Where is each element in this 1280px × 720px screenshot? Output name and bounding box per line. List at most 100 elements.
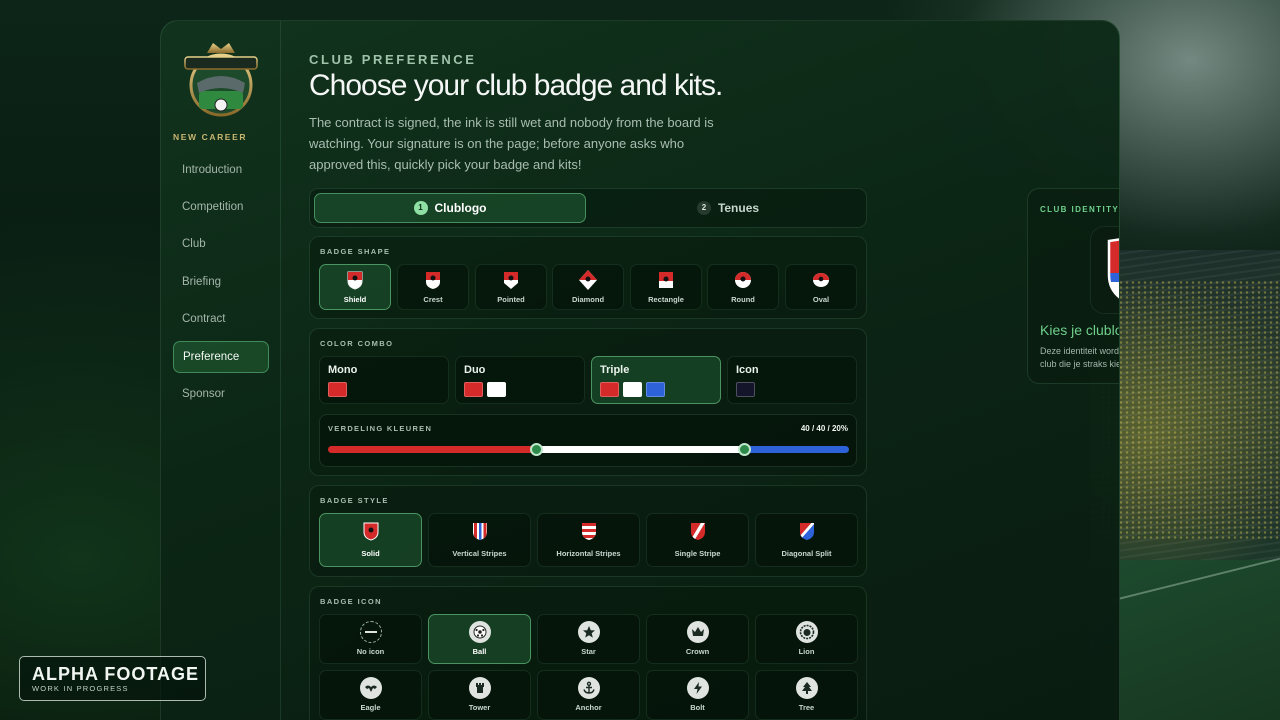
lion-icon: [795, 621, 818, 643]
shape-option-pointed[interactable]: Pointed: [475, 264, 547, 310]
option-label: Tree: [798, 703, 815, 712]
option-label: Tower: [468, 703, 491, 712]
single-stripe-icon: [690, 523, 705, 540]
tab-bar: 1 Clublogo 2 Tenues: [309, 188, 867, 228]
watermark-subtitle: WORK IN PROGRESS: [32, 684, 129, 693]
sidebar-item-preference[interactable]: Preference: [173, 341, 269, 373]
tower-icon: [468, 677, 491, 699]
color-swatch-red: [464, 382, 483, 397]
ball-icon: [468, 621, 491, 643]
shape-option-shield[interactable]: Shield: [319, 264, 391, 310]
section-label: BADGE ICON: [320, 597, 382, 606]
sidebar-item-sponsor[interactable]: Sponsor: [173, 378, 269, 410]
option-label: Shield: [343, 295, 367, 304]
star-icon: [577, 621, 600, 643]
no-icon-icon: [359, 621, 382, 643]
option-label: Star: [581, 647, 596, 656]
sidebar-item-competition[interactable]: Competition: [173, 191, 269, 223]
shape-option-diamond[interactable]: Diamond: [552, 264, 624, 310]
icon-option-tree[interactable]: Tree: [755, 670, 858, 720]
horizontal-stripes-icon: [581, 523, 596, 540]
color-swatch-red: [328, 382, 347, 397]
pitch-image: [1110, 560, 1280, 720]
solid-badge-icon: [363, 522, 378, 541]
badge-shape-section: BADGE SHAPE Shield Crest Pointed Diamond…: [309, 236, 867, 319]
option-label: Diamond: [571, 295, 605, 304]
shape-option-crest[interactable]: Crest: [397, 264, 469, 310]
icon-option-star[interactable]: Star: [537, 614, 640, 664]
icon-option-eagle[interactable]: Eagle: [319, 670, 422, 720]
combo-label: Mono: [328, 364, 358, 376]
icon-option-tower[interactable]: Tower: [428, 670, 531, 720]
eagle-icon: [359, 677, 382, 699]
distribution-track[interactable]: [328, 446, 849, 453]
distribution-handle-1[interactable]: [529, 443, 543, 456]
football-club-builder-logo: [183, 39, 259, 121]
sidebar-item-introduction[interactable]: Introduction: [173, 154, 269, 186]
sidebar-item-club[interactable]: Club: [173, 228, 269, 260]
option-label: Single Stripe: [674, 549, 721, 558]
option-label: Round: [731, 295, 755, 304]
sidebar: NEW CAREER Introduction Competition Club…: [161, 21, 281, 720]
club-identity-card: CLUB IDENTITY Kies je clubl Deze identit…: [1027, 188, 1120, 384]
combo-option-icon[interactable]: Icon: [727, 356, 857, 404]
alpha-footage-watermark: ALPHA FOOTAGE WORK IN PROGRESS: [19, 656, 206, 701]
diagonal-split-icon: [799, 523, 814, 540]
stadium-crowd-image: [1100, 280, 1280, 540]
style-option-diagonal-split[interactable]: Diagonal Split: [755, 513, 858, 567]
option-label: Lion: [798, 647, 815, 656]
distribution-handle-2[interactable]: [738, 443, 752, 456]
icon-option-ball[interactable]: Ball: [428, 614, 531, 664]
sidebar-item-contract[interactable]: Contract: [173, 303, 269, 335]
distribution-value: 40 / 40 / 20%: [800, 424, 848, 433]
combo-option-duo[interactable]: Duo: [455, 356, 585, 404]
distribution-label: VERDELING KLEUREN: [328, 424, 433, 433]
icon-option-bolt[interactable]: Bolt: [646, 670, 749, 720]
shape-option-rectangle[interactable]: Rectangle: [630, 264, 702, 310]
crown-icon: [686, 621, 709, 643]
vertical-stripes-icon: [472, 523, 487, 540]
combo-option-mono[interactable]: Mono: [319, 356, 449, 404]
distribution-segment-red: [328, 446, 537, 453]
distribution-segment-blue: [744, 446, 849, 453]
shape-option-oval[interactable]: Oval: [785, 264, 857, 310]
page-description: The contract is signed, the ink is still…: [309, 115, 714, 172]
option-label: Crest: [423, 295, 443, 304]
icon-option-lion[interactable]: Lion: [755, 614, 858, 664]
badge-preview: [1090, 226, 1119, 314]
shield-icon: [347, 271, 363, 290]
oval-icon: [813, 273, 829, 287]
crest-icon: [426, 272, 440, 289]
new-career-label: NEW CAREER: [173, 132, 248, 142]
tab-clublogo[interactable]: 1 Clublogo: [314, 193, 586, 223]
icon-option-crown[interactable]: Crown: [646, 614, 749, 664]
setup-panel: NEW CAREER Introduction Competition Club…: [160, 20, 1120, 720]
option-label: Crown: [685, 647, 710, 656]
option-label: Bolt: [690, 703, 705, 712]
style-option-horizontal-stripes[interactable]: Horizontal Stripes: [537, 513, 640, 567]
option-label: No icon: [356, 647, 385, 656]
tab-number: 1: [413, 201, 428, 215]
identity-subtitle: Deze identiteit wordt eenmalig toegepast…: [1040, 346, 1120, 369]
option-label: Horizontal Stripes: [556, 549, 621, 558]
badge-preview-icon: [1107, 237, 1119, 305]
tab-tenues[interactable]: 2 Tenues: [592, 193, 864, 223]
option-label: Diagonal Split: [781, 549, 832, 558]
style-option-solid[interactable]: Solid: [319, 513, 422, 567]
icon-option-no-icon[interactable]: No icon: [319, 614, 422, 664]
bolt-icon: [686, 677, 709, 699]
color-swatch-dark: [736, 382, 755, 397]
badge-style-section: BADGE STYLE Solid Vertical Stripes Horiz…: [309, 485, 867, 577]
option-label: Anchor: [575, 703, 602, 712]
badge-icon-section: BADGE ICON No icon Ball Star Crown Lion …: [309, 586, 867, 720]
icon-option-anchor[interactable]: Anchor: [537, 670, 640, 720]
combo-option-triple[interactable]: Triple: [591, 356, 721, 404]
identity-label: CLUB IDENTITY: [1040, 205, 1120, 214]
shape-option-round[interactable]: Round: [707, 264, 779, 310]
color-combo-section: COLOR COMBO Mono Duo Triple Icon VERDELI…: [309, 328, 867, 476]
style-option-vertical-stripes[interactable]: Vertical Stripes: [428, 513, 531, 567]
sidebar-item-briefing[interactable]: Briefing: [173, 266, 269, 298]
option-label: Vertical Stripes: [452, 549, 507, 558]
style-option-single-stripe[interactable]: Single Stripe: [646, 513, 749, 567]
combo-label: Icon: [736, 364, 759, 376]
